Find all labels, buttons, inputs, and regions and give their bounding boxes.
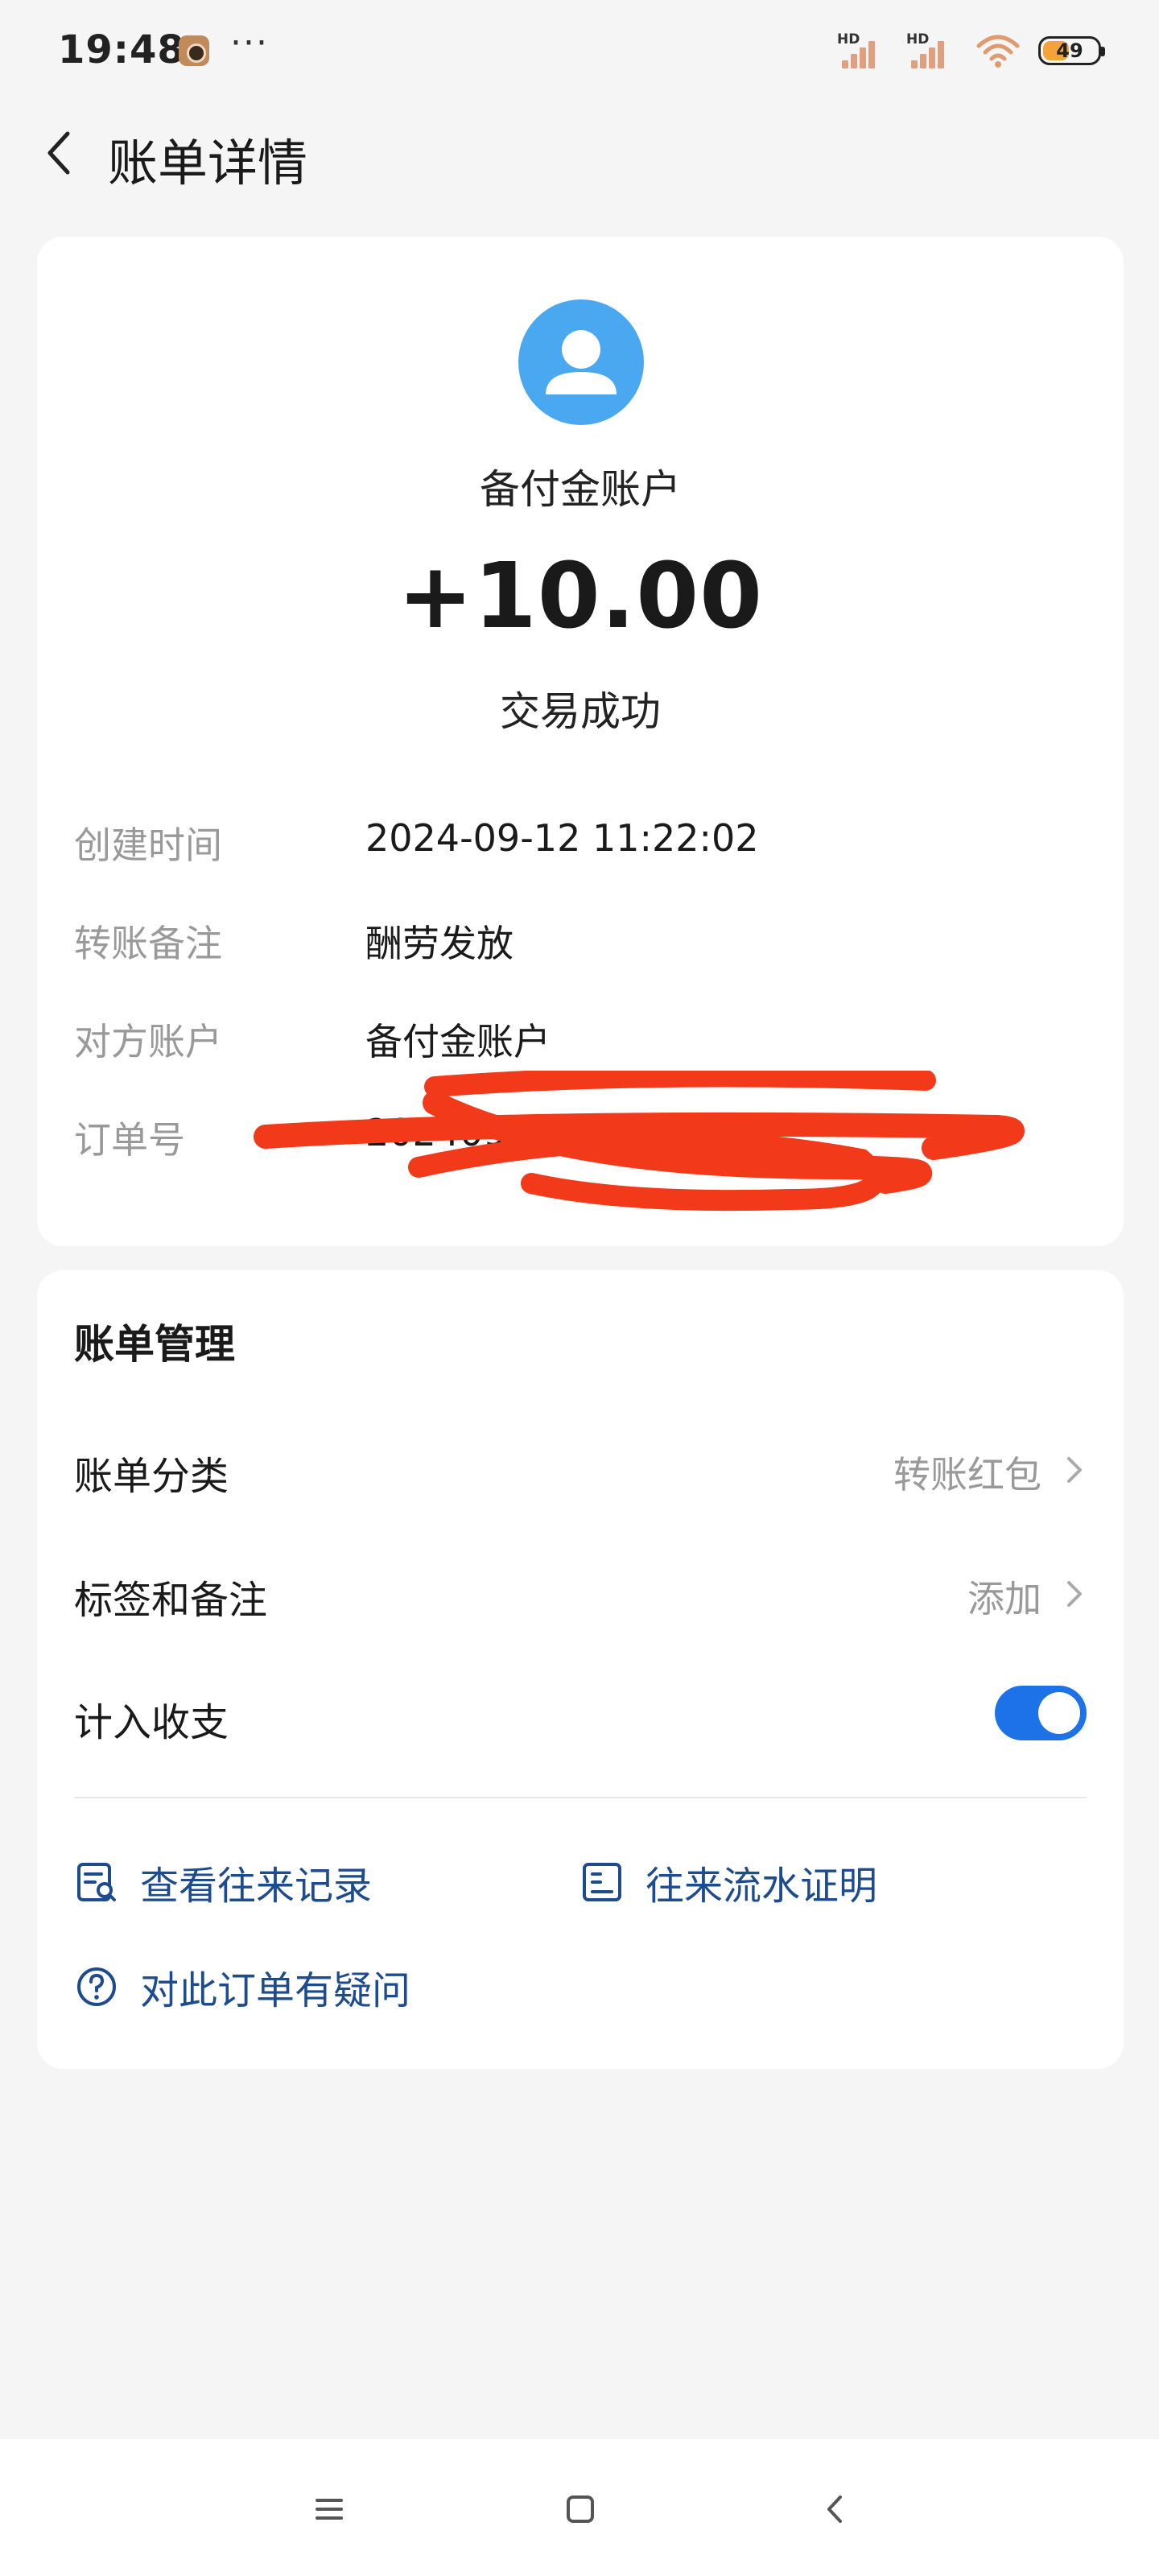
- tags-notes-value: 添加: [967, 1577, 1041, 1620]
- bill-category-row[interactable]: 账单分类 转账红包: [74, 1425, 1087, 1513]
- detail-label: 对方账户: [74, 1020, 222, 1063]
- view-history-link[interactable]: 查看往来记录: [74, 1850, 372, 1914]
- transaction-status: 交易成功: [500, 688, 661, 735]
- count-income-expense-label: 计入收支: [74, 1700, 229, 1745]
- more-notifications-icon: ···: [230, 23, 269, 64]
- divider: [74, 1797, 1087, 1798]
- header: 账单详情: [0, 105, 1159, 201]
- detail-label: 订单号: [74, 1118, 185, 1162]
- counterparty-name: 备付金账户: [480, 466, 681, 513]
- tags-notes-row[interactable]: 标签和备注 添加: [74, 1549, 1087, 1637]
- signal-1-icon: HD: [837, 31, 889, 70]
- battery-icon: 49: [1038, 36, 1105, 65]
- notification-app-icon: [179, 35, 209, 66]
- back-arrow-icon[interactable]: [31, 124, 89, 182]
- toggle-knob: [1038, 1692, 1080, 1734]
- question-icon: [77, 1967, 116, 2006]
- battery-level: 49: [1056, 39, 1083, 62]
- order-question-link[interactable]: 对此订单有疑问: [74, 1955, 410, 2019]
- statement-proof-label: 往来流水证明: [645, 1864, 878, 1909]
- detail-value: 2024-09-12 11:22:02: [365, 816, 759, 860]
- detail-row-transfer-note: 转账备注 酬劳发放: [74, 914, 1087, 979]
- bill-management-card: 账单管理 账单分类 转账红包 标签和备注 添加 计入收支 查看往来记录 往来流水…: [37, 1270, 1124, 2069]
- document-icon: [583, 1863, 621, 1901]
- detail-label: 转账备注: [74, 922, 222, 965]
- order-question-label: 对此订单有疑问: [140, 1968, 411, 2013]
- user-icon: [546, 330, 617, 394]
- avatar: [518, 299, 644, 425]
- bill-category-label: 账单分类: [74, 1454, 229, 1499]
- detail-row-created-time: 创建时间 2024-09-12 11:22:02: [74, 816, 1087, 881]
- chevron-right-icon: [1067, 1581, 1082, 1607]
- status-bar: 19:48 ··· HD HD 49: [0, 0, 1159, 105]
- system-nav-bar: [0, 2439, 1159, 2576]
- status-time: 19:48: [58, 27, 185, 72]
- transaction-amount: +10.00: [397, 544, 764, 649]
- count-income-expense-row: 计入收支: [74, 1671, 1087, 1760]
- chevron-right-icon: [1067, 1457, 1082, 1483]
- wifi-icon: [976, 35, 1020, 68]
- signal-2-icon: HD: [906, 31, 958, 70]
- tags-notes-label: 标签和备注: [74, 1578, 268, 1623]
- detail-row-counterparty: 对方账户 备付金账户: [74, 1013, 1087, 1077]
- statement-proof-link[interactable]: 往来流水证明: [580, 1850, 877, 1914]
- section-title: 账单管理: [74, 1321, 235, 1368]
- status-indicators: HD HD 49: [837, 31, 1105, 71]
- detail-value: 备付金账户: [365, 1020, 551, 1063]
- view-history-label: 查看往来记录: [140, 1864, 373, 1909]
- menu-icon[interactable]: [301, 2481, 357, 2537]
- back-icon[interactable]: [806, 2481, 863, 2537]
- detail-label: 创建时间: [74, 824, 222, 867]
- count-income-expense-toggle[interactable]: [995, 1686, 1087, 1740]
- record-search-icon: [77, 1863, 116, 1901]
- bill-category-value: 转账红包: [893, 1453, 1041, 1496]
- page-title: 账单详情: [108, 134, 308, 192]
- redaction-scribble: [254, 1071, 1025, 1212]
- detail-value: 酬劳发放: [365, 922, 514, 965]
- home-icon[interactable]: [552, 2481, 608, 2537]
